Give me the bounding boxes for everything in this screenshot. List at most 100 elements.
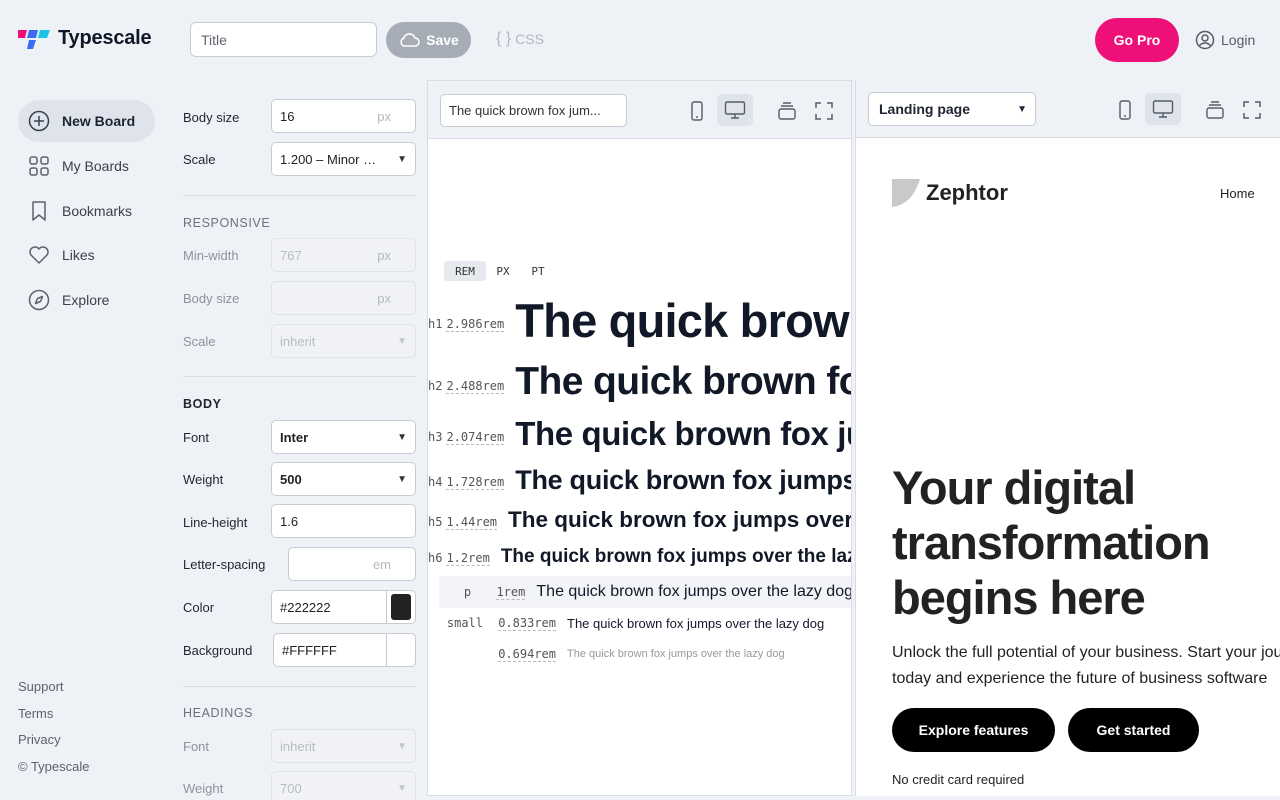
unit-tab-pt[interactable]: PT [523,261,553,281]
css-button[interactable]: { } CSS [496,30,544,48]
unit-px: px [377,247,391,263]
divider [183,376,416,377]
sidebar-item-label: Explore [62,292,110,308]
brand-name: Zephtor [926,180,1008,205]
row-sample: The quick brown fox jumps over the lazy … [515,464,852,495]
terms-link[interactable]: Terms [18,706,53,721]
font-value: Inter [280,429,309,445]
row-size: 0.694rem [483,647,556,662]
unit-px: px [377,108,391,124]
go-pro-button[interactable]: Go Pro [1095,18,1179,62]
color-label: Color [183,600,215,615]
line-height-input[interactable]: 1.6 [271,504,416,538]
row-size-value: 1rem [496,585,526,600]
hero-text-line-2: today and experience the future of busin… [892,670,1268,687]
font-select[interactable]: Inter ▼ [271,420,416,454]
sidebar-item-my-boards[interactable]: My Boards [18,145,155,187]
row-size: 1.44rem [442,512,498,530]
headings-font-label: Font [183,739,210,754]
headings-weight-select[interactable]: 700 ▼ [271,771,416,800]
row-size: 2.488rem [442,371,505,394]
sidebar-item-new-board[interactable]: New Board [18,100,155,142]
row-size: 0.833rem [483,616,556,631]
support-link[interactable]: Support [18,679,64,694]
responsive-body-size-input[interactable]: px [271,281,416,315]
scale-row-h3: h3 2.074rem The quick brown fox jumps ov… [428,415,851,453]
weight-select[interactable]: 500 ▼ [271,462,416,496]
color-swatch[interactable] [386,590,416,624]
background-input[interactable]: #FFFFFF [273,633,387,667]
row-sample: The quick brown fox jumps over the lazy … [515,415,851,452]
desktop-view-button[interactable] [717,94,753,126]
unit-tab-px[interactable]: PX [488,261,518,281]
login-button[interactable]: Login [1195,30,1255,50]
fullscreen-button[interactable] [806,95,842,127]
desktop-icon [724,101,746,119]
chevron-down-icon: ▼ [397,335,407,347]
responsive-body-size-label: Body size [183,291,240,306]
row-size-value: 1.2rem [446,551,490,566]
min-width-placeholder: 767 [280,247,302,263]
sidebar-item-label: New Board [62,113,136,129]
mobile-icon [691,101,703,121]
mobile-view-button[interactable] [1107,94,1143,126]
get-started-button[interactable]: Get started [1068,708,1199,752]
privacy-link[interactable]: Privacy [18,732,61,747]
unit-em: em [372,556,391,572]
color-input[interactable]: #222222 [271,590,387,624]
app-logo[interactable]: Typescale [18,27,152,50]
row-tag: p [463,585,472,599]
heart-icon [29,246,49,264]
stack-view-button[interactable] [769,95,805,127]
row-sample: The quick brown fox jumps over the lazy … [567,615,825,631]
landing-brand[interactable]: Zephtor [892,179,1008,207]
sample-text-input[interactable]: The quick brown fox jum... [440,94,627,127]
fullscreen-button[interactable] [1234,94,1270,126]
min-width-input[interactable]: 767 px [271,238,416,272]
divider [183,195,416,196]
stack-view-button[interactable] [1197,94,1233,126]
body-heading: BODY [183,397,222,411]
scale-value: 1.200 – Minor … [280,151,377,167]
explore-features-button[interactable]: Explore features [892,708,1055,752]
sample-text-value: The quick brown fox jum... [449,103,601,118]
responsive-scale-select[interactable]: inherit ▼ [271,324,416,358]
scale-select[interactable]: 1.200 – Minor … ▼ [271,142,416,176]
unit-tab-rem[interactable]: REM [444,261,486,281]
row-sample: The quick brown fox jumps over the lazy … [500,546,851,567]
cloud-icon [400,33,420,47]
letter-spacing-input[interactable]: em [288,547,416,581]
template-select[interactable]: Landing page ▼ [868,92,1036,126]
row-size-value: 1.44rem [446,514,498,530]
chevron-down-icon: ▼ [397,473,407,485]
background-swatch[interactable] [386,633,416,667]
responsive-scale-label: Scale [183,334,216,349]
hero-title: Your digital transformation begins here [892,461,1211,624]
mobile-view-button[interactable] [679,95,715,127]
row-tag: small [446,616,483,630]
sidebar-item-likes[interactable]: Likes [18,234,155,276]
row-tag: h4 [428,475,443,489]
headings-weight-value: 700 [280,780,302,796]
scale-label: Scale [183,152,216,167]
scale-row-small: small 0.833rem The quick brown fox jumps… [428,612,851,634]
save-button[interactable]: Save [386,22,471,58]
expand-icon [1243,101,1261,119]
row-sample: The quick brown fox jumps over the lazy … [508,507,852,532]
body-size-input[interactable]: 16 px [271,99,416,133]
background-value: #FFFFFF [282,642,337,658]
sidebar-item-explore[interactable]: Explore [18,279,155,321]
save-label: Save [426,32,459,48]
landing-nav-home[interactable]: Home [1220,186,1255,201]
line-height-label: Line-height [183,515,248,530]
headings-font-value: inherit [280,738,316,754]
row-size-value: 2.986rem [446,317,505,332]
chevron-down-icon: ▼ [397,740,407,752]
desktop-view-button[interactable] [1145,93,1181,125]
template-value: Landing page [879,101,970,117]
row-size-value: 0.694rem [498,647,556,662]
chevron-down-icon: ▼ [397,782,407,794]
headings-font-select[interactable]: inherit ▼ [271,729,416,763]
title-input[interactable] [190,22,377,57]
sidebar-item-bookmarks[interactable]: Bookmarks [18,190,155,232]
